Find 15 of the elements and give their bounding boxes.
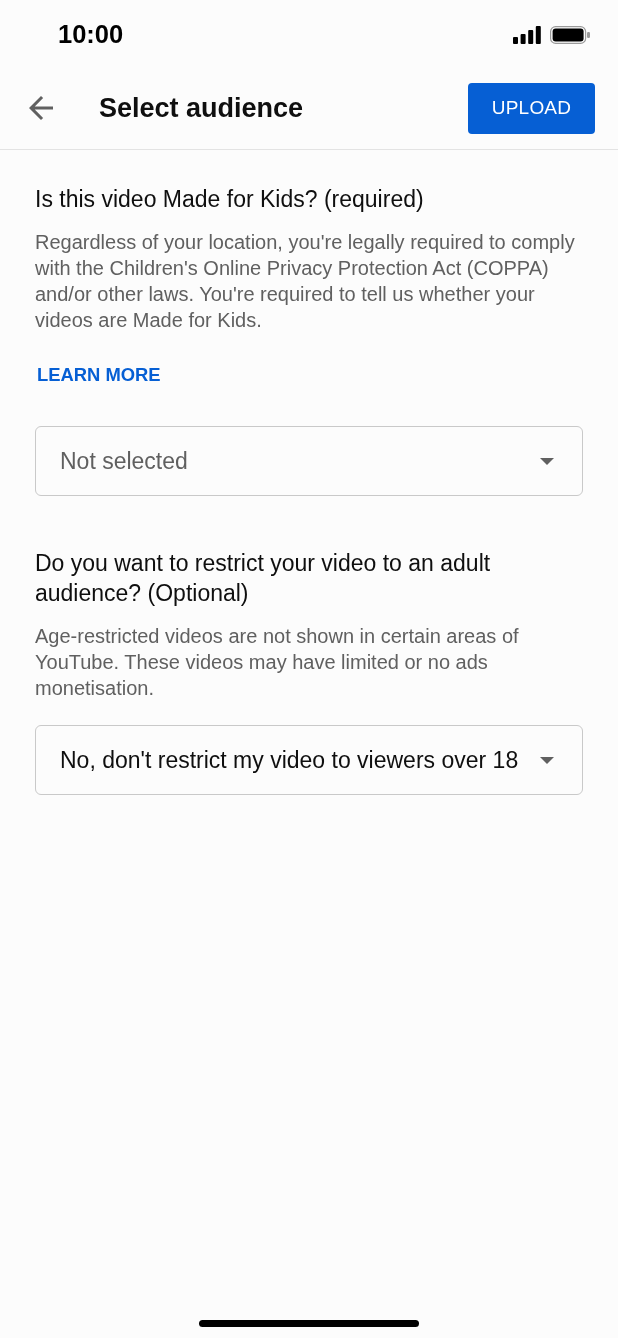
status-time: 10:00: [58, 22, 124, 48]
battery-icon: [550, 26, 590, 44]
upload-button[interactable]: UPLOAD: [468, 82, 595, 134]
description-text: Age-restricted videos are not shown in certain areas of YouTube. These videos may have limited or no ads monetisation.: [35, 624, 520, 701]
select-dropdown[interactable]: No, don't restrict my video to viewers over 18: [35, 725, 583, 795]
page-title: Select audience: [99, 91, 305, 125]
learn-more-link[interactable]: LEARN MORE: [35, 362, 161, 388]
signal-icon: [513, 26, 541, 44]
question-text: Do you want to restrict your video to an adult audience? (Optional): [35, 549, 492, 608]
description-text: Regardless of your location, you're legally required to comply with the Children's Online Privacy Protection Act (COPPA) and/or other laws. You're required to tell us whether your videos are Made for Kids.: [35, 230, 576, 333]
question-text: Is this video Made for Kids? (required): [35, 185, 425, 214]
select-dropdown[interactable]: Not selected: [35, 426, 583, 496]
back-icon[interactable]: [29, 96, 53, 120]
caret-icon: [540, 756, 554, 764]
caret-icon: [540, 457, 554, 465]
